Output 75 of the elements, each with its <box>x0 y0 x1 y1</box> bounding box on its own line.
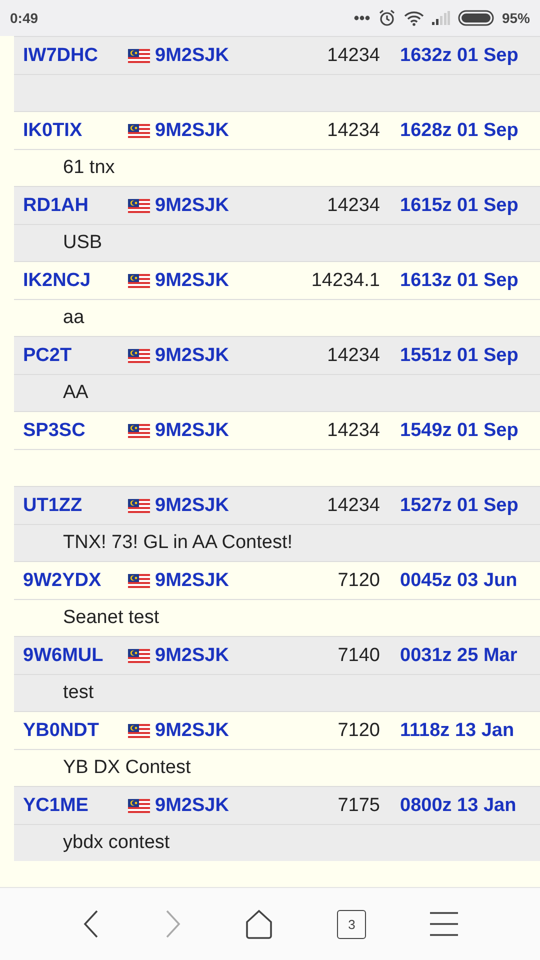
signal-icon <box>432 11 450 25</box>
dx-call-link[interactable]: 9M2SJK <box>155 270 229 292</box>
frequency: 14234 <box>326 120 380 142</box>
spotter-link[interactable]: RD1AH <box>14 194 128 216</box>
spot-comment: TNX! 73! GL in AA Contest! <box>63 532 293 554</box>
spot-time-link[interactable]: 1527z 01 Sep <box>400 494 518 516</box>
frequency: 14234 <box>326 494 380 516</box>
spot-comment: 61 tnx <box>63 157 115 179</box>
dx-call-link[interactable]: 9M2SJK <box>155 420 229 442</box>
back-icon[interactable] <box>82 909 100 939</box>
dx-call-link[interactable]: 9M2SJK <box>155 494 229 516</box>
malaysia-flag-icon <box>128 724 150 738</box>
dx-call-link[interactable]: 9M2SJK <box>155 644 229 666</box>
spot-comment: aa <box>63 307 84 329</box>
frequency: 7140 <box>336 644 380 666</box>
dx-call-link[interactable]: 9M2SJK <box>155 794 229 816</box>
spot-time-link[interactable]: 1632z 01 Sep <box>400 44 518 66</box>
spot-time-link[interactable]: 1613z 01 Sep <box>400 270 518 292</box>
malaysia-flag-icon <box>128 348 150 362</box>
spot-time-link[interactable]: 1615z 01 Sep <box>400 194 518 216</box>
malaysia-flag-icon <box>128 124 150 138</box>
malaysia-flag-icon <box>128 798 150 812</box>
spot-time-link[interactable]: 0800z 13 Jan <box>400 794 516 816</box>
spotter-link[interactable]: YC1ME <box>14 794 128 816</box>
frequency: 14234 <box>326 194 380 216</box>
malaysia-flag-icon <box>128 498 150 512</box>
spotter-link[interactable]: SP3SC <box>14 420 128 442</box>
spot-comment: ybdx contest <box>63 832 170 854</box>
malaysia-flag-icon <box>128 198 150 212</box>
spotter-link[interactable]: IW7DHC <box>14 44 128 66</box>
menu-icon[interactable] <box>430 912 458 936</box>
malaysia-flag-icon <box>128 48 150 62</box>
battery-icon <box>458 10 494 26</box>
dx-call-link[interactable]: 9M2SJK <box>155 344 229 366</box>
malaysia-flag-icon <box>128 424 150 438</box>
home-icon[interactable] <box>245 908 274 940</box>
alarm-icon <box>378 9 396 27</box>
spot-time-link[interactable]: 1549z 01 Sep <box>400 420 518 442</box>
spot-time-link[interactable]: 1551z 01 Sep <box>400 344 518 366</box>
spotter-link[interactable]: IK2NCJ <box>14 270 128 292</box>
frequency: 14234.1 <box>310 270 380 292</box>
frequency: 14234 <box>326 344 380 366</box>
frequency: 7120 <box>336 720 380 742</box>
spot-time-link[interactable]: 1628z 01 Sep <box>400 120 518 142</box>
spot-comment: YB DX Contest <box>63 757 191 779</box>
malaysia-flag-icon <box>128 648 150 662</box>
dx-call-link[interactable]: 9M2SJK <box>155 120 229 142</box>
spot-comment: Seanet test <box>63 607 160 629</box>
spotter-link[interactable]: 9W6MUL <box>14 644 128 666</box>
frequency: 7120 <box>336 570 380 592</box>
dx-call-link[interactable]: 9M2SJK <box>155 194 229 216</box>
frequency: 14234 <box>326 420 380 442</box>
spot-time-link[interactable]: 0045z 03 Jun <box>400 570 518 592</box>
dx-call-link[interactable]: 9M2SJK <box>155 570 229 592</box>
spot-time-link[interactable]: 0031z 25 Mar <box>400 644 518 666</box>
battery-percent: 95% <box>502 10 530 26</box>
spotter-link[interactable]: PC2T <box>14 344 128 366</box>
spot-comment: test <box>63 682 94 704</box>
spotter-link[interactable]: IK0TIX <box>14 120 128 142</box>
malaysia-flag-icon <box>128 574 150 588</box>
wifi-icon <box>404 10 424 26</box>
tabs-button[interactable]: 3 <box>337 910 366 938</box>
spot-comment: AA <box>63 382 88 404</box>
dx-call-link[interactable]: 9M2SJK <box>155 720 229 742</box>
spot-time-link[interactable]: 1118z 13 Jan <box>400 720 514 742</box>
more-dots-icon <box>354 15 370 21</box>
malaysia-flag-icon <box>128 274 150 288</box>
spotter-link[interactable]: UT1ZZ <box>14 494 128 516</box>
clock-time: 0:49 <box>10 10 38 26</box>
frequency: 7175 <box>336 794 380 816</box>
spotter-link[interactable]: 9W2YDX <box>14 570 128 592</box>
frequency: 14234 <box>326 44 380 66</box>
spotter-link[interactable]: YB0NDT <box>14 720 128 742</box>
dx-call-link[interactable]: 9M2SJK <box>155 44 229 66</box>
spot-comment: USB <box>63 232 102 254</box>
